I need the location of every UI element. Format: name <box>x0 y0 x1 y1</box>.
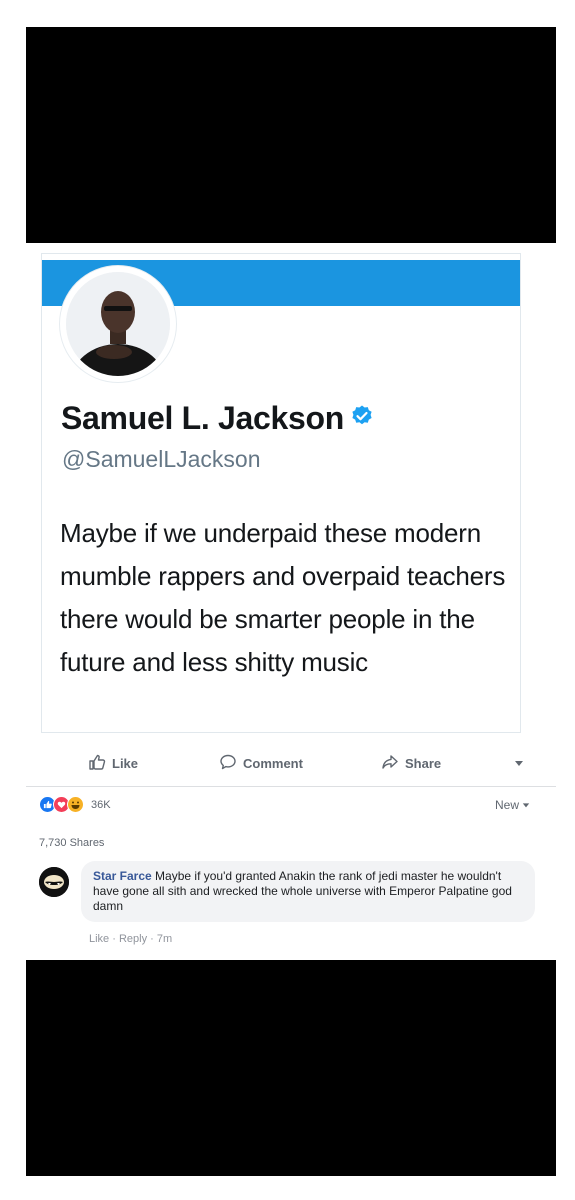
share-label: Share <box>405 756 442 771</box>
bottom-black-bar <box>26 960 556 1176</box>
handle: @SamuelLJackson <box>62 446 261 472</box>
tweet-screenshot: Samuel L. Jackson @SamuelLJackson Maybe … <box>41 253 521 733</box>
comment-actions: Like · Reply · 7m <box>89 933 172 945</box>
commenter-name[interactable]: Star Farce <box>93 869 152 883</box>
post-action-bar: Like Comment Share <box>26 743 556 783</box>
reactions-summary[interactable]: 36K <box>39 796 111 813</box>
profile-avatar <box>60 266 176 382</box>
haha-reaction-icon <box>67 796 84 813</box>
share-button[interactable]: Share <box>381 753 441 774</box>
comment-reply-link[interactable]: Reply <box>119 933 147 945</box>
share-arrow-icon <box>381 753 399 774</box>
comment-sort-dropdown[interactable]: New <box>495 798 530 812</box>
separator: · <box>112 933 116 945</box>
separator: · <box>150 933 154 945</box>
thumbs-up-icon <box>88 753 106 774</box>
reaction-count: 36K <box>91 798 111 811</box>
like-label: Like <box>112 756 139 771</box>
like-button[interactable]: Like <box>88 753 138 774</box>
comment-time: 7m <box>156 933 173 945</box>
divider <box>26 786 556 787</box>
tweet-text: Maybe if we underpaid these modern mumbl… <box>60 518 506 677</box>
comment-text: Maybe if you'd granted Anakin the rank o… <box>93 869 512 913</box>
chevron-down-icon <box>523 803 530 808</box>
facebook-post: Samuel L. Jackson @SamuelLJackson Maybe … <box>26 243 556 960</box>
display-name: Samuel L. Jackson <box>61 400 374 437</box>
comment-like-link[interactable]: Like <box>89 933 109 945</box>
chevron-down-icon[interactable] <box>514 755 524 773</box>
comment-icon <box>219 753 237 774</box>
comment-button[interactable]: Comment <box>219 753 303 774</box>
comment-label: Comment <box>243 756 303 771</box>
verified-icon <box>350 399 374 436</box>
comment-bubble: Star Farce Maybe if you'd granted Anakin… <box>81 861 535 922</box>
shares-count[interactable]: 7,730 Shares <box>39 837 104 849</box>
commenter-avatar[interactable] <box>39 867 69 897</box>
top-black-bar <box>26 27 556 243</box>
